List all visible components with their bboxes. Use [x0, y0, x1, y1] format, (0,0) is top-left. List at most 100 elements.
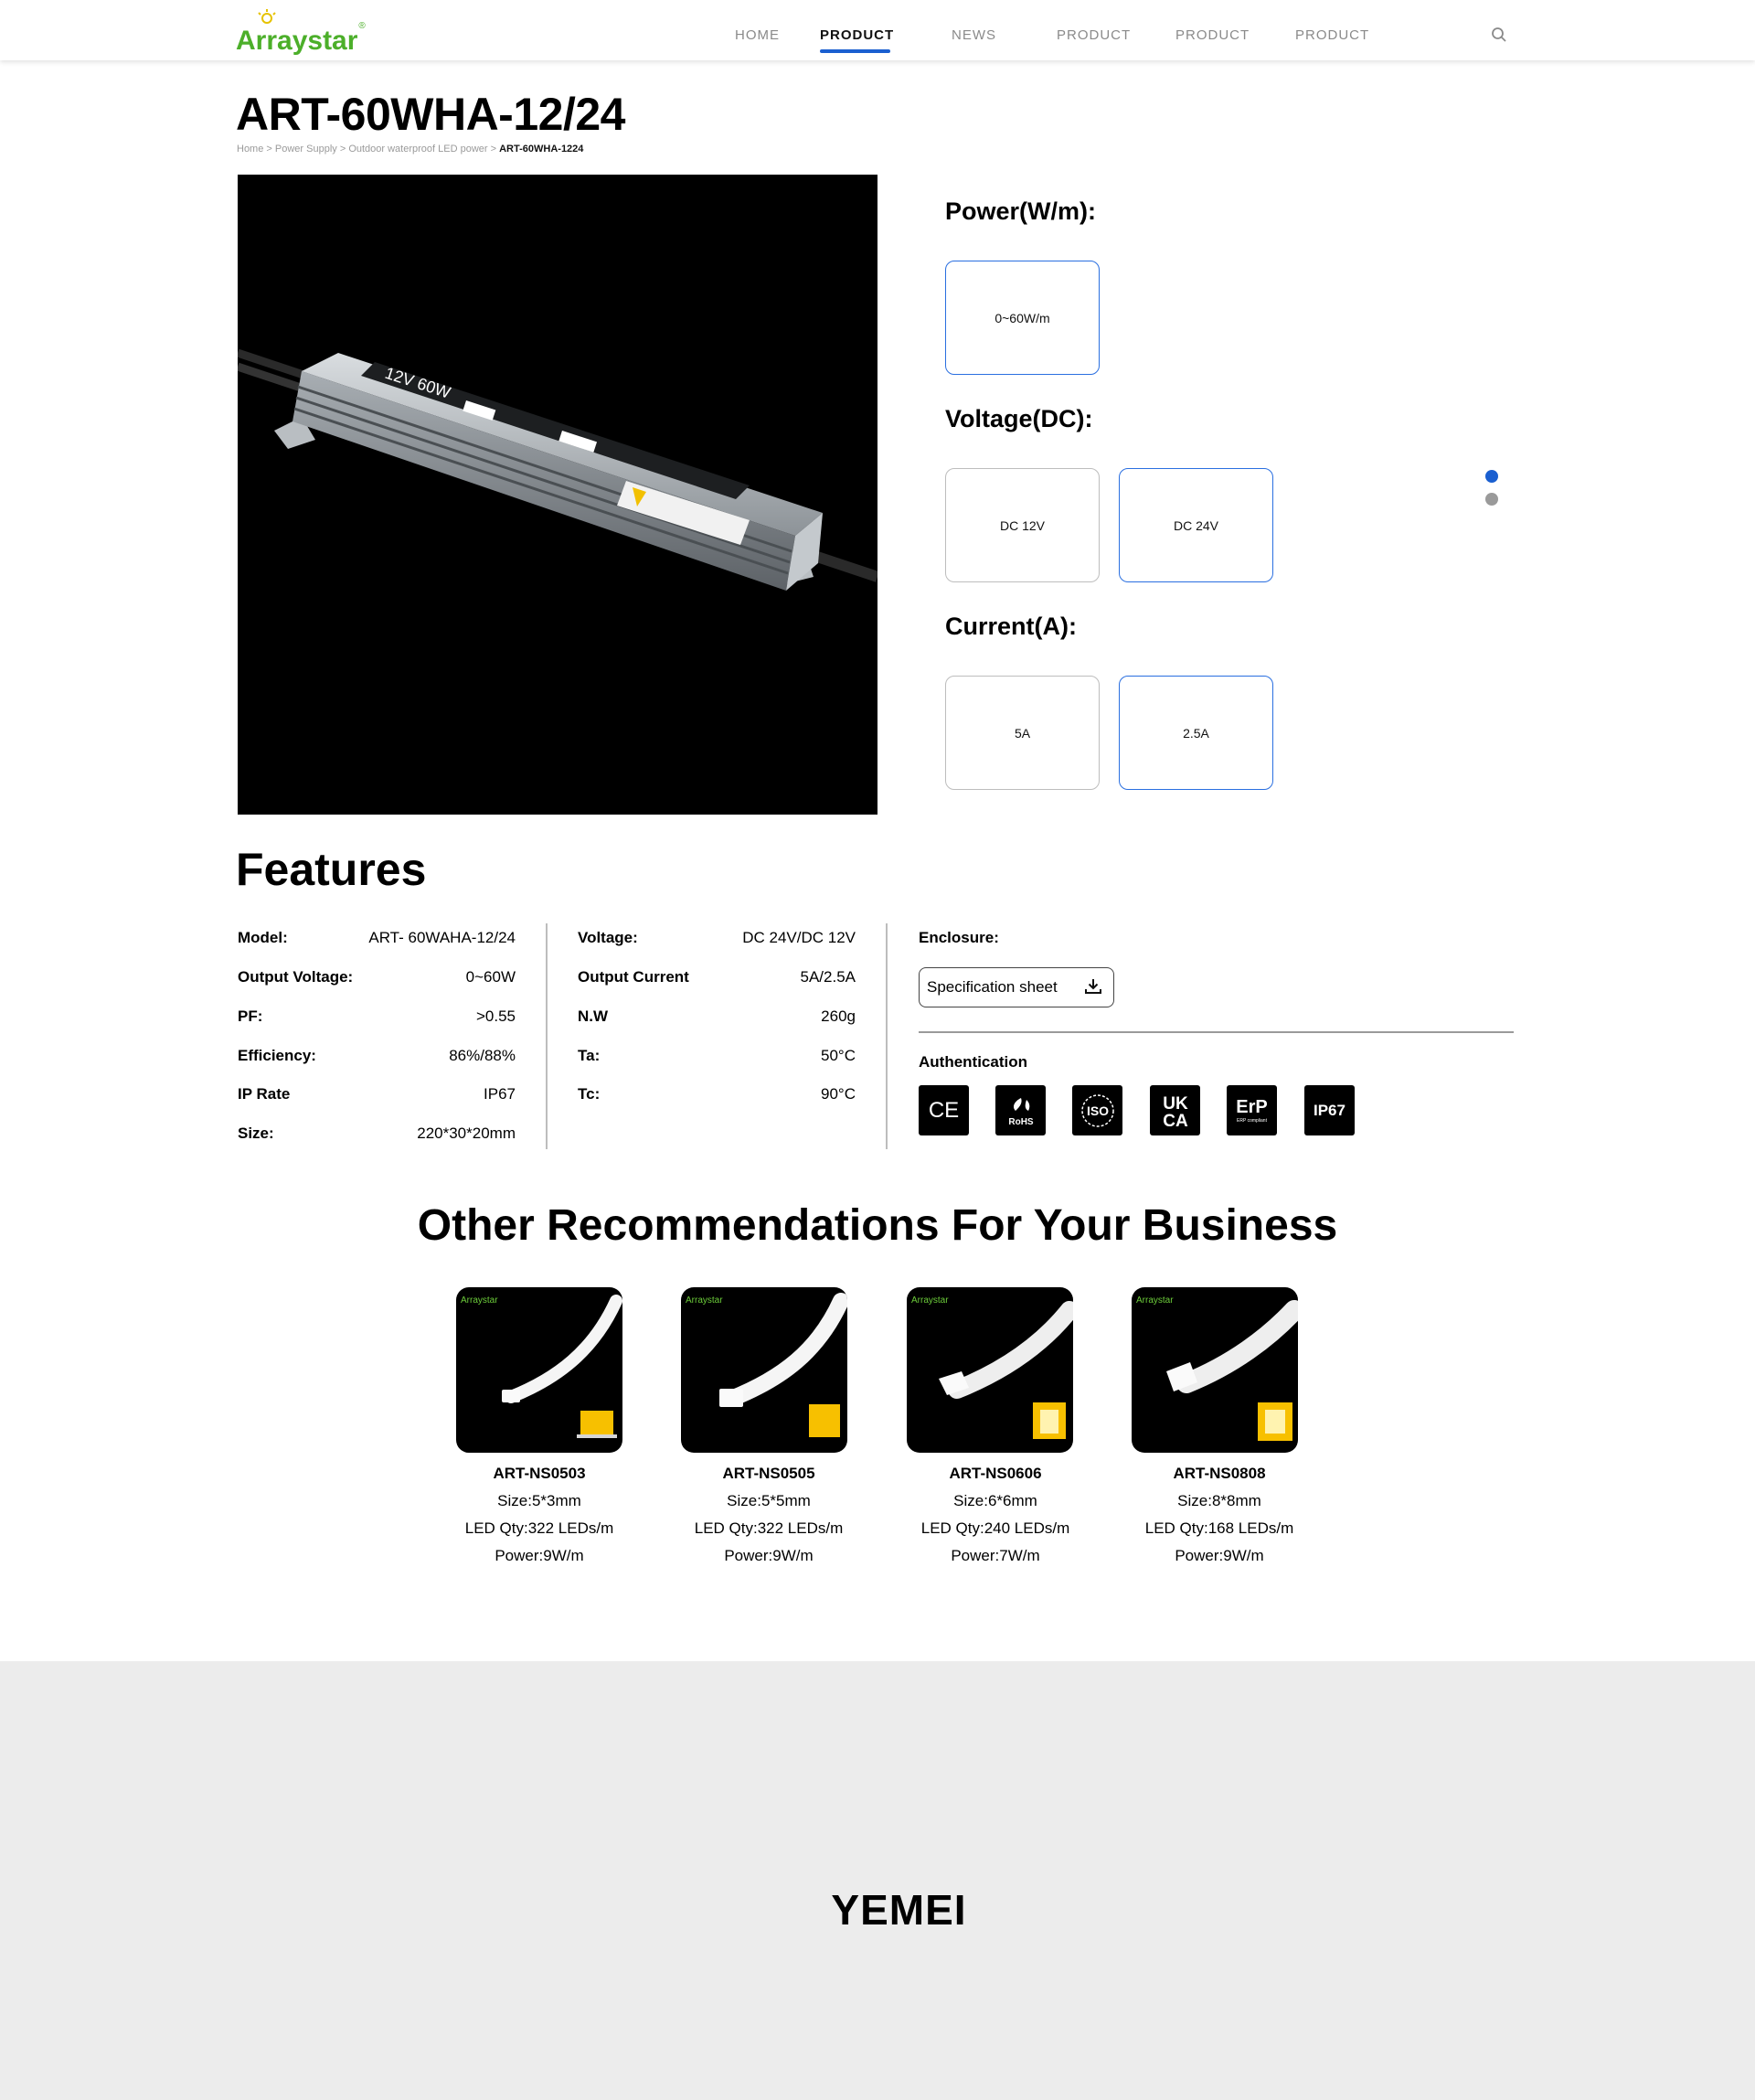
product-size: Size:5*3mm: [497, 1492, 581, 1509]
lightbulb-icon: [258, 9, 276, 24]
authentication-title: Authentication: [919, 1053, 1027, 1071]
nav-news[interactable]: NEWS: [952, 27, 996, 43]
product-power: Power:7W/m: [951, 1547, 1040, 1564]
current-option-title: Current(A):: [945, 613, 1077, 640]
spec-label-efficiency: Efficiency:: [238, 1047, 316, 1064]
enclosure-label: Enclosure:: [919, 929, 999, 946]
product-name[interactable]: ART-NS0808: [1119, 1460, 1320, 1487]
download-icon: [1085, 979, 1101, 994]
spec-label-output-voltage: Output Voltage:: [238, 968, 354, 986]
product-name[interactable]: ART-NS0505: [668, 1460, 869, 1487]
spec-label-ip-rate: IP Rate: [238, 1085, 291, 1103]
product-size: Size:5*5mm: [727, 1492, 811, 1509]
logo-text: Arraystar: [236, 26, 358, 56]
search-icon[interactable]: [1491, 27, 1507, 43]
current-option-5a[interactable]: 5A: [945, 676, 1100, 790]
ip67-cert-icon: IP67: [1304, 1085, 1355, 1135]
erp-cert-icon: ErP ERP compliant: [1227, 1085, 1277, 1135]
nav-active-indicator: [820, 49, 890, 53]
site-logo[interactable]: Arraystar ®: [236, 5, 366, 55]
spec-value-size: 220*30*20mm: [417, 1125, 516, 1142]
spec-label-voltage: Voltage:: [578, 929, 638, 946]
svg-text:Arraystar: Arraystar: [911, 1295, 949, 1306]
ce-cert-icon: CE: [919, 1085, 969, 1135]
erp-compliant-text: ERP compliant: [1237, 1118, 1267, 1124]
spec-label-model: Model:: [238, 929, 288, 946]
power-option-0-60w[interactable]: 0~60W/m: [945, 261, 1100, 375]
product-led-qty: LED Qty:240 LEDs/m: [920, 1519, 1070, 1537]
product-power: Power:9W/m: [1175, 1547, 1264, 1564]
recommendation-card-ns0808[interactable]: Arraystar: [1132, 1287, 1298, 1453]
nav-home[interactable]: HOME: [735, 27, 780, 43]
neon-strip-image: Arraystar: [911, 1295, 1073, 1439]
recommendation-card-ns0503[interactable]: Arraystar: [456, 1287, 622, 1453]
breadcrumb: Home > Power Supply > Outdoor waterproof…: [237, 144, 584, 155]
svg-text:RoHS: RoHS: [1008, 1117, 1034, 1127]
iso-badge-icon: ISO: [1080, 1093, 1114, 1127]
recommendation-info-ns0503: ART-NS0503 Size:5*3mm LED Qty:322 LEDs/m…: [439, 1460, 640, 1570]
breadcrumb-home[interactable]: Home: [237, 144, 263, 155]
breadcrumb-current: ART-60WHA-1224: [499, 144, 584, 155]
spec-value-ta: 50°C: [821, 1047, 856, 1064]
product-name[interactable]: ART-NS0606: [895, 1460, 1096, 1487]
pager-dot-1[interactable]: [1485, 470, 1498, 483]
site-header: Arraystar ® HOME PRODUCT NEWS PRODUCT PR…: [0, 0, 1755, 60]
current-option-2-5a[interactable]: 2.5A: [1119, 676, 1273, 790]
spec-value-tc: 90°C: [821, 1085, 856, 1103]
spec-value-voltage: DC 24V/DC 12V: [742, 929, 856, 946]
product-name[interactable]: ART-NS0503: [439, 1460, 640, 1487]
svg-text:Arraystar: Arraystar: [461, 1295, 498, 1306]
nav-product[interactable]: PRODUCT: [820, 27, 894, 43]
product-led-qty: LED Qty:168 LEDs/m: [1144, 1519, 1294, 1537]
spec-label-tc: Tc:: [578, 1085, 601, 1103]
product-led-qty: LED Qty:322 LEDs/m: [464, 1519, 614, 1537]
features-title: Features: [236, 844, 427, 895]
specification-sheet-label: Specification sheet: [927, 978, 1058, 996]
recommendations-title: Other Recommendations For Your Business: [417, 1201, 1338, 1250]
spec-value-pf: >0.55: [475, 1007, 516, 1025]
ukca-cert-icon: UK CA: [1150, 1085, 1200, 1135]
pager-dot-2[interactable]: [1485, 493, 1498, 506]
spec-column-divider: [546, 923, 548, 1149]
voltage-option-title: Voltage(DC):: [945, 405, 1093, 432]
spec-label-output-current: Output Current: [578, 968, 689, 986]
product-power: Power:9W/m: [724, 1547, 814, 1564]
power-option-title: Power(W/m):: [945, 197, 1096, 225]
svg-text:ISO: ISO: [1086, 1103, 1108, 1118]
recommendation-info-ns0606: ART-NS0606 Size:6*6mm LED Qty:240 LEDs/m…: [895, 1460, 1096, 1570]
recommendation-card-ns0606[interactable]: Arraystar: [907, 1287, 1073, 1453]
spec-value-efficiency: 86%/88%: [449, 1047, 516, 1064]
footer-brand: YEMEI: [831, 1886, 967, 1934]
page-title: ART-60WHA-12/24: [236, 89, 625, 140]
product-size: Size:8*8mm: [1177, 1492, 1261, 1509]
nav-product-2[interactable]: PRODUCT: [1057, 27, 1131, 43]
spec-value-output-current: 5A/2.5A: [800, 968, 856, 986]
voltage-option-dc12v[interactable]: DC 12V: [945, 468, 1100, 582]
spec-label-pf: PF:: [238, 1007, 263, 1025]
breadcrumb-power-supply[interactable]: Power Supply: [275, 144, 337, 155]
spec-value-model: ART- 60WAHA-12/24: [368, 929, 516, 946]
spec-label-ta: Ta:: [578, 1047, 601, 1064]
neon-strip-image: Arraystar: [1136, 1295, 1298, 1441]
specification-sheet-button[interactable]: Specification sheet: [919, 967, 1114, 1007]
recommendation-card-ns0505[interactable]: Arraystar: [681, 1287, 847, 1453]
spec-label-size: Size:: [238, 1125, 274, 1142]
spec-value-output-voltage: 0~60W: [465, 968, 516, 986]
erp-cert-label: ErP: [1236, 1097, 1268, 1117]
neon-strip-image: Arraystar: [461, 1295, 622, 1438]
led-driver-illustration: 12V 60W: [238, 348, 878, 591]
voltage-option-dc24v[interactable]: DC 24V: [1119, 468, 1273, 582]
ukca-mark-icon: UK CA: [1163, 1094, 1188, 1131]
rohs-leaf-icon: RoHS: [1008, 1097, 1034, 1127]
spec-value-nw: 260g: [821, 1007, 856, 1025]
product-image[interactable]: 12V 60W: [238, 175, 878, 815]
nav-product-4[interactable]: PRODUCT: [1295, 27, 1369, 43]
rohs-cert-icon: RoHS: [995, 1085, 1046, 1135]
authentication-divider: [919, 1031, 1514, 1033]
registered-mark: ®: [358, 21, 366, 31]
recommendation-info-ns0808: ART-NS0808 Size:8*8mm LED Qty:168 LEDs/m…: [1119, 1460, 1320, 1570]
nav-product-3[interactable]: PRODUCT: [1175, 27, 1250, 43]
breadcrumb-category[interactable]: Outdoor waterproof LED power: [348, 144, 487, 155]
svg-text:Arraystar: Arraystar: [1136, 1295, 1174, 1306]
recommendation-info-ns0505: ART-NS0505 Size:5*5mm LED Qty:322 LEDs/m…: [668, 1460, 869, 1570]
